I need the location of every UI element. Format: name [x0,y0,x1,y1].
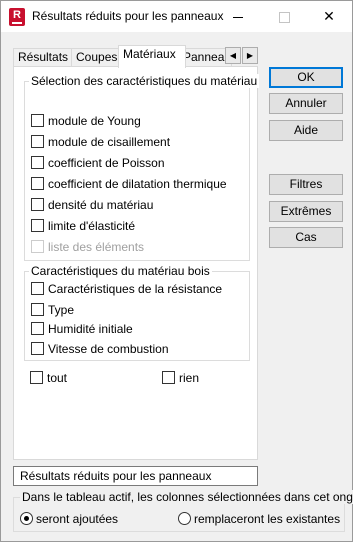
checkbox-box[interactable] [31,282,44,296]
cases-button[interactable]: Cas [269,227,343,248]
window-title: Résultats réduits pour les panneaux [32,9,224,23]
checkbox-resistance-characteristics[interactable]: Caractéristiques de la résistance [31,282,222,298]
checkbox-label: coefficient de Poisson [48,156,165,170]
radio-columns-replace[interactable]: remplaceront les existantes [178,512,340,528]
material-selection-title: Sélection des caractéristiques du matéri… [29,74,260,88]
filters-button[interactable]: Filtres [269,174,343,195]
checkbox-box[interactable] [31,135,44,149]
checkbox-box[interactable] [31,156,44,170]
checkbox-material-density[interactable]: densité du matériau [31,198,153,214]
radio-columns-added[interactable]: seront ajoutées [20,512,118,528]
radio-circle[interactable] [20,512,33,526]
checkbox-box[interactable] [31,177,44,191]
checkbox-box[interactable] [162,371,175,385]
checkbox-box[interactable] [31,322,44,336]
radio-circle[interactable] [178,512,191,526]
minimize-icon [233,16,243,18]
checkbox-box[interactable] [31,303,44,317]
checkbox-label: coefficient de dilatation thermique [48,177,227,191]
checkbox-select-all[interactable]: tout [30,371,67,387]
checkbox-box[interactable] [30,371,43,385]
tab-resultats[interactable]: Résultats [13,48,79,67]
material-selection-group: Sélection des caractéristiques du matéri… [24,74,260,261]
dialog-window: R Résultats réduits pour les panneaux ✕ … [0,0,353,542]
checkbox-select-none[interactable]: rien [162,371,199,387]
checkbox-label: module de Young [48,114,141,128]
checkbox-label: Caractéristiques de la résistance [48,282,223,296]
checkbox-poisson-ratio[interactable]: coefficient de Poisson [31,156,165,172]
columns-option-group: Dans le tableau actif, les colonnes séle… [13,490,353,532]
minimize-button[interactable] [215,1,261,32]
radio-label: remplaceront les existantes [194,512,341,526]
checkbox-label: rien [179,371,200,385]
checkbox-label: limite d'élasticité [48,219,135,233]
checkbox-label: Vitesse de combustion [48,342,169,356]
app-logo-icon: R [9,8,25,26]
checkbox-label: liste des éléments [48,240,145,254]
checkbox-label: module de cisaillement [48,135,171,149]
checkbox-label: Humidité initiale [48,322,133,336]
ok-button[interactable]: OK [269,67,343,88]
checkbox-label: Type [48,303,75,317]
checkbox-label: densité du matériau [48,198,154,212]
checkbox-label: tout [47,371,68,385]
checkbox-box[interactable] [31,342,44,356]
checkbox-box[interactable] [31,219,44,233]
extremes-button[interactable]: Extrêmes [269,201,343,222]
help-button[interactable]: Aide [269,120,343,141]
tab-scroll-left-icon[interactable]: ◀ [225,47,241,64]
tab-page-materiaux: Sélection des caractéristiques du matéri… [13,66,260,460]
radio-label: seront ajoutées [36,512,119,526]
checkbox-young-modulus[interactable]: module de Young [31,114,141,130]
tab-materiaux[interactable]: Matériaux [118,45,186,68]
maximize-icon [278,11,290,23]
wood-material-title: Caractéristiques du matériau bois [29,264,212,278]
table-name-field[interactable]: Résultats réduits pour les panneaux [13,466,258,486]
title-bar: R Résultats réduits pour les panneaux ✕ [1,1,352,32]
checkbox-element-list: liste des éléments [31,240,144,256]
cancel-button[interactable]: Annuler [269,93,343,114]
checkbox-shear-modulus[interactable]: module de cisaillement [31,135,170,151]
app-logo-letter: R [13,9,21,21]
tab-scroll-right-icon[interactable]: ▶ [242,47,258,64]
checkbox-box[interactable] [31,114,44,128]
wood-material-group: Caractéristiques du matériau bois Caract… [24,264,250,361]
close-button[interactable]: ✕ [306,1,352,32]
checkbox-yield-limit[interactable]: limite d'élasticité [31,219,135,235]
checkbox-thermal-expansion[interactable]: coefficient de dilatation thermique [31,177,227,193]
close-icon: ✕ [323,8,335,24]
checkbox-initial-humidity[interactable]: Humidité initiale [31,322,133,338]
maximize-button[interactable] [261,1,307,32]
columns-option-title: Dans le tableau actif, les colonnes séle… [20,490,353,504]
checkbox-box [31,240,44,254]
checkbox-combustion-speed[interactable]: Vitesse de combustion [31,342,169,358]
tab-panneaux[interactable]: Panneaux [178,48,232,67]
checkbox-box[interactable] [31,198,44,212]
checkbox-type[interactable]: Type [31,303,74,319]
